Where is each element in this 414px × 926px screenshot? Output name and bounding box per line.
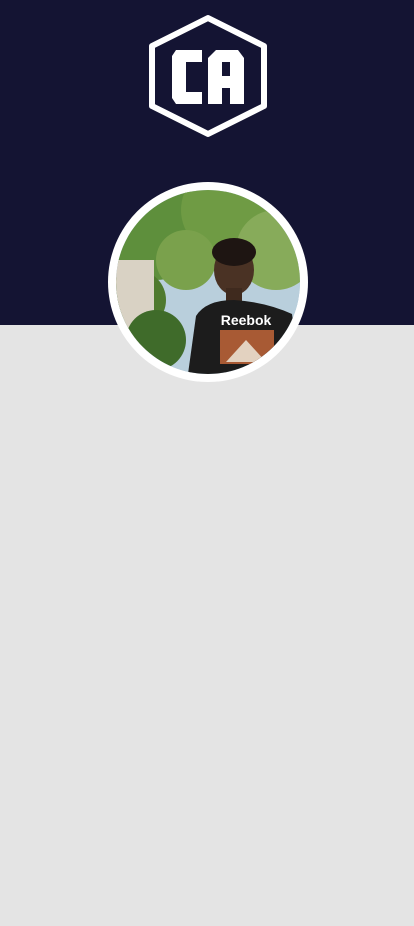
avatar[interactable]: Reebok [108,182,308,382]
ca-logo-icon [146,14,270,138]
content-area [0,325,414,926]
shirt-text: Reebok [221,312,272,328]
profile-page: Reebok [0,0,414,926]
profile-photo: Reebok [116,190,300,374]
